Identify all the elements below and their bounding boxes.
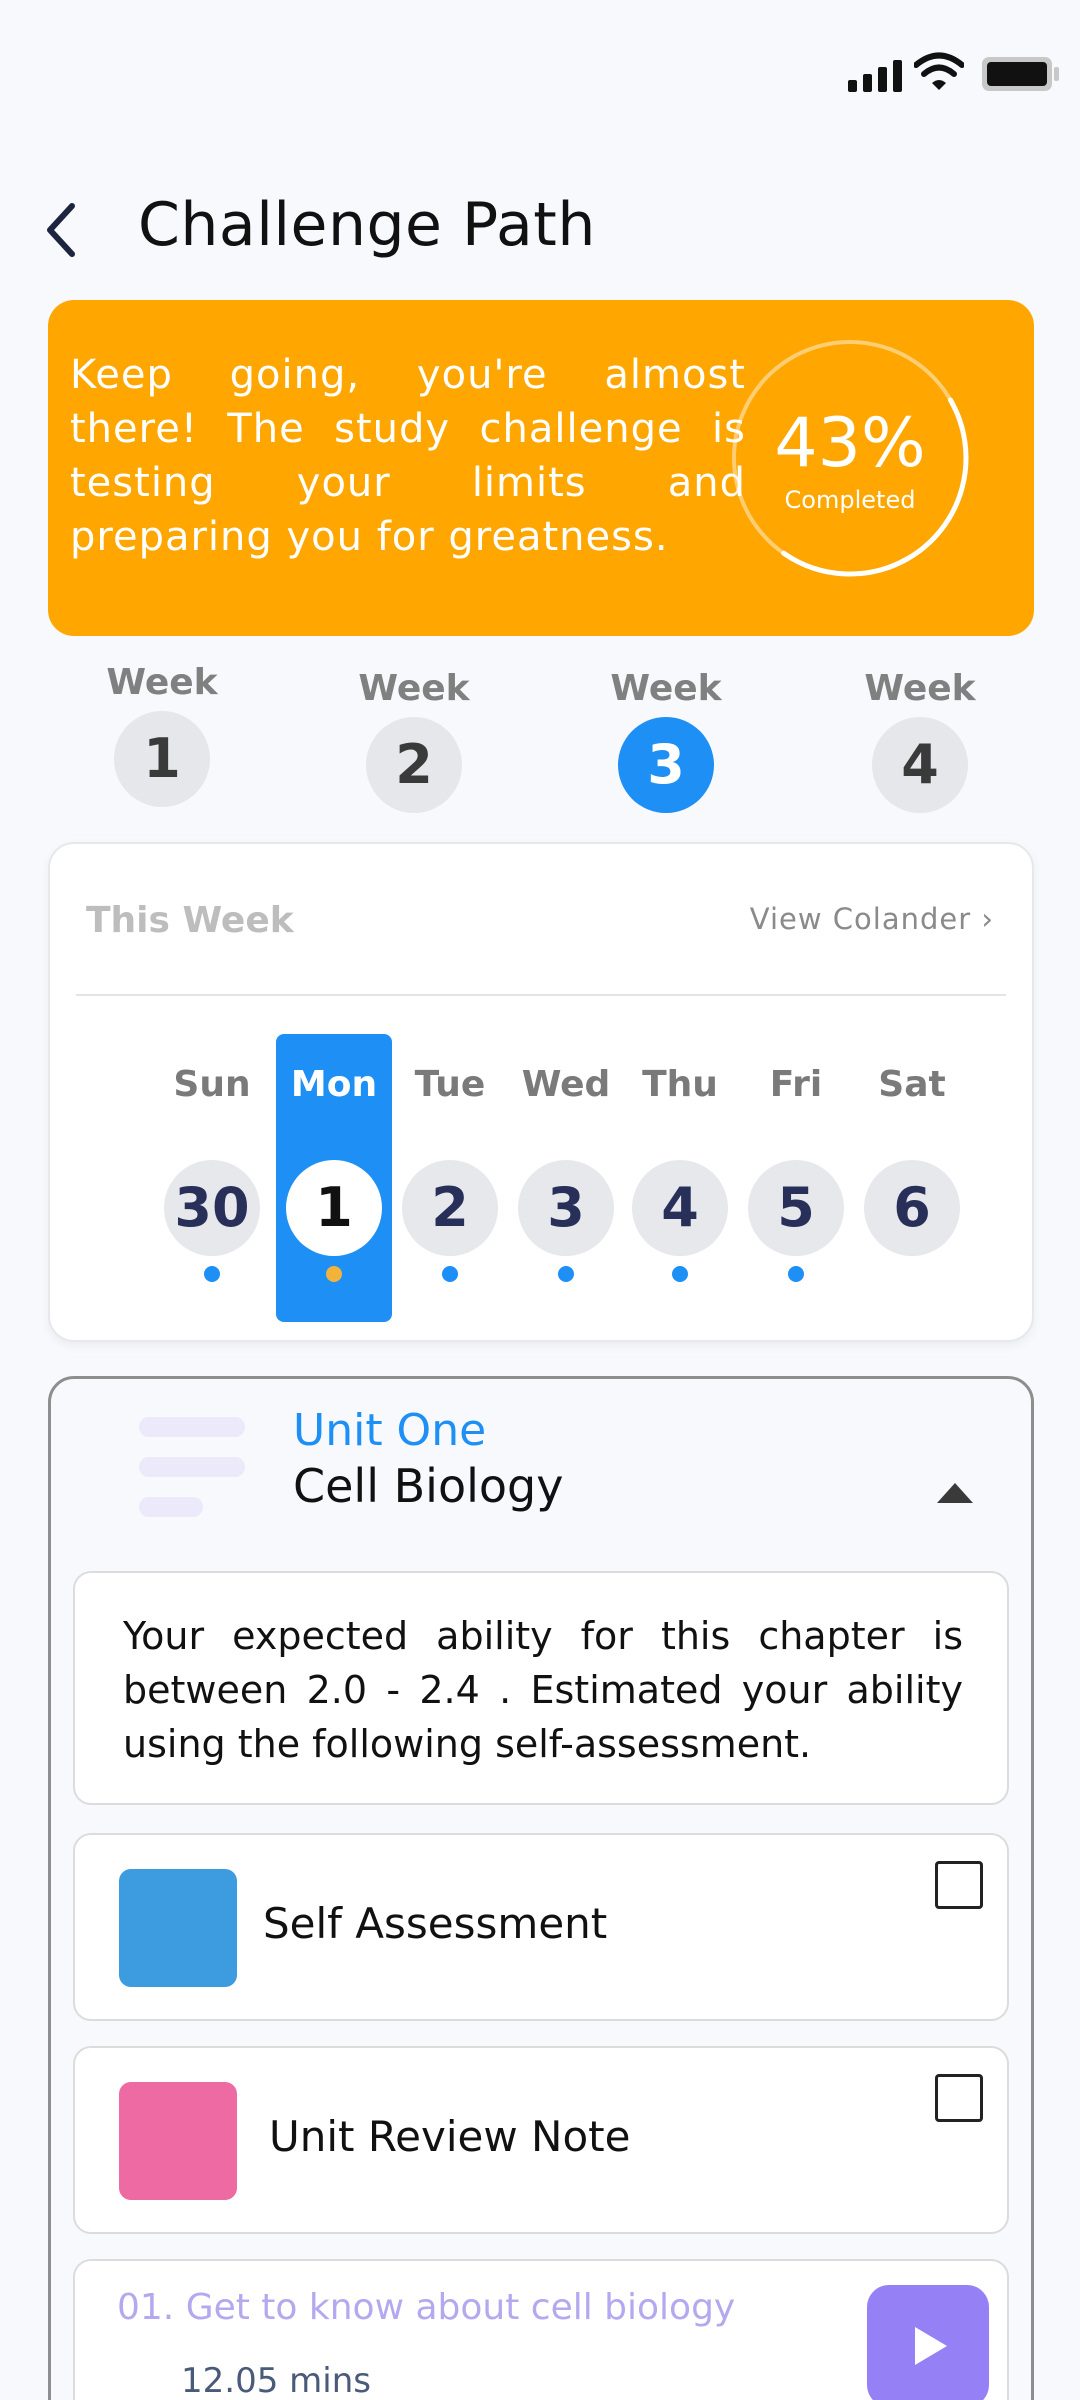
week-label: Week xyxy=(358,668,470,709)
day-date: 30 xyxy=(164,1160,260,1256)
day-name: Sun xyxy=(173,1064,251,1105)
progress-percentage: 43% xyxy=(774,404,926,483)
this-week-title: This Week xyxy=(86,900,294,941)
event-dot xyxy=(558,1266,574,1282)
day-date: 6 xyxy=(864,1160,960,1256)
day-fri[interactable]: Fri 5 xyxy=(738,1034,854,1322)
day-date: 2 xyxy=(402,1160,498,1256)
unit-card: Unit One Cell Biology Your expected abil… xyxy=(48,1376,1034,2400)
banner-message: Keep going, you're almost there! The stu… xyxy=(70,352,746,560)
day-name: Sat xyxy=(878,1064,946,1105)
week-selector-4[interactable]: Week 4 xyxy=(850,668,990,813)
unit-label: Unit One xyxy=(293,1405,487,1456)
day-mon[interactable]: Mon 1 xyxy=(276,1034,392,1322)
unit-list-icon xyxy=(139,1417,245,1517)
day-sun[interactable]: Sun 30 xyxy=(154,1034,270,1322)
divider xyxy=(76,994,1006,996)
chevron-up-icon[interactable] xyxy=(933,1477,977,1507)
event-dot xyxy=(326,1266,342,1282)
day-sat[interactable]: Sat 6 xyxy=(854,1034,970,1322)
day-date: 4 xyxy=(632,1160,728,1256)
task-label: Self Assessment xyxy=(263,1899,608,1948)
lesson-title[interactable]: 01. Get to know about cell biology xyxy=(117,2287,735,2328)
play-button[interactable] xyxy=(867,2285,989,2400)
week-label: Week xyxy=(106,662,218,703)
self-assessment-icon xyxy=(119,1869,237,1987)
week-label: Week xyxy=(610,668,722,709)
motivation-banner: Keep going, you're almost there! The stu… xyxy=(48,300,1034,636)
wifi-icon xyxy=(914,52,964,90)
back-arrow-icon[interactable] xyxy=(36,196,92,264)
review-note-icon xyxy=(119,2082,237,2200)
day-date: 3 xyxy=(518,1160,614,1256)
page-title: Challenge Path xyxy=(138,190,596,260)
event-dot xyxy=(442,1266,458,1282)
lesson-duration: 12.05 mins xyxy=(181,2361,371,2400)
task-label: Unit Review Note xyxy=(269,2112,631,2161)
week-label: Week xyxy=(864,668,976,709)
event-dot xyxy=(204,1266,220,1282)
week-selector-1[interactable]: Week 1 xyxy=(92,662,232,807)
week-selector-2[interactable]: Week 2 xyxy=(344,668,484,813)
event-dot xyxy=(788,1266,804,1282)
view-calendar-link[interactable]: View Colander › xyxy=(750,902,994,936)
day-name: Mon xyxy=(290,1064,378,1105)
week-number: 1 xyxy=(114,711,210,807)
week-number: 2 xyxy=(366,717,462,813)
day-name: Fri xyxy=(769,1064,823,1105)
ability-info: Your expected ability for this chapter i… xyxy=(73,1571,1009,1805)
week-number: 3 xyxy=(618,717,714,813)
day-date: 5 xyxy=(748,1160,844,1256)
day-thu[interactable]: Thu 4 xyxy=(622,1034,738,1322)
status-bar xyxy=(0,0,1080,140)
task-checkbox[interactable] xyxy=(935,1861,983,1909)
unit-title: Cell Biology xyxy=(293,1459,564,1513)
task-self-assessment[interactable]: Self Assessment xyxy=(73,1833,1009,2021)
this-week-card: This Week View Colander › Sun 30 Mon 1 T… xyxy=(48,842,1034,1342)
day-tue[interactable]: Tue 2 xyxy=(392,1034,508,1322)
day-name: Tue xyxy=(414,1064,486,1105)
day-wed[interactable]: Wed 3 xyxy=(508,1034,624,1322)
task-unit-review-note[interactable]: Unit Review Note xyxy=(73,2046,1009,2234)
day-date: 1 xyxy=(286,1160,382,1256)
lesson-item[interactable]: 01. Get to know about cell biology 12.05… xyxy=(73,2259,1009,2400)
progress-label: Completed xyxy=(784,486,916,514)
week-selector-3[interactable]: Week 3 xyxy=(596,668,736,813)
task-checkbox[interactable] xyxy=(935,2074,983,2122)
play-icon xyxy=(915,2327,947,2365)
week-number: 4 xyxy=(872,717,968,813)
signal-icon xyxy=(848,60,902,92)
day-name: Wed xyxy=(521,1064,611,1105)
battery-icon xyxy=(982,57,1059,91)
event-dot xyxy=(672,1266,688,1282)
day-name: Thu xyxy=(642,1064,718,1105)
